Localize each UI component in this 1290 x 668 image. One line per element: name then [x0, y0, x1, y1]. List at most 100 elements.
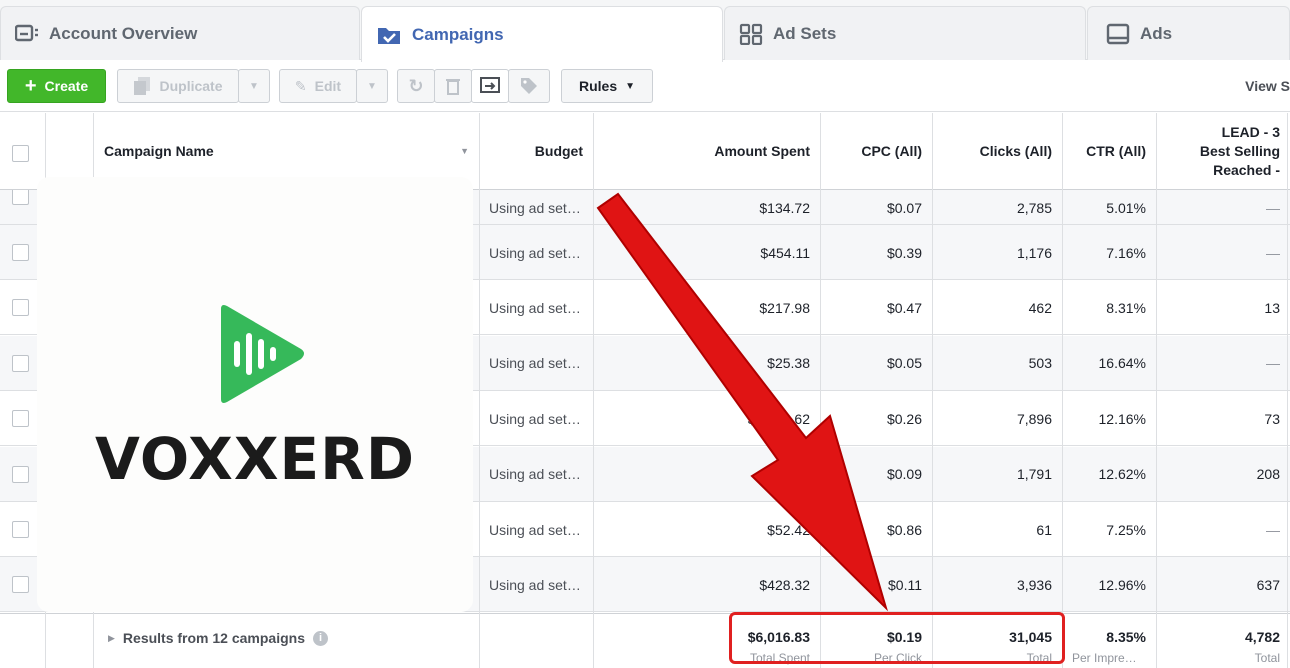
- cell-clicks: 462: [1028, 299, 1052, 316]
- cell-amount-spent: $2,052.62: [747, 410, 810, 427]
- duplicate-dropdown[interactable]: ▼: [238, 69, 270, 103]
- cell-budget: Using ad set…: [489, 355, 581, 372]
- cell-cpc: $0.47: [886, 299, 922, 316]
- pencil-icon: ✎: [294, 77, 307, 94]
- row-checkbox[interactable]: [12, 521, 29, 538]
- cell-clicks: 1,176: [1016, 244, 1052, 261]
- column-budget[interactable]: Budget: [479, 113, 593, 190]
- create-label: Create: [44, 78, 89, 94]
- column-clicks[interactable]: Clicks (All): [932, 113, 1062, 190]
- column-cpc[interactable]: CPC (All): [820, 113, 932, 190]
- cell-ctr: 12.16%: [1098, 410, 1146, 427]
- grid-icon: [739, 23, 763, 45]
- cell-cpc: $0.05: [886, 355, 922, 372]
- row-checkbox[interactable]: [12, 299, 29, 317]
- tab-ad-sets[interactable]: Ad Sets: [724, 6, 1086, 60]
- folder-check-icon: [378, 27, 400, 44]
- select-all-checkbox[interactable]: [12, 145, 29, 162]
- create-button[interactable]: + Create: [7, 69, 106, 103]
- tab-account-overview[interactable]: Account Overview: [0, 6, 360, 60]
- trash-icon: [446, 79, 460, 95]
- row-checkbox[interactable]: [12, 354, 29, 372]
- cell-cpc: $0.11: [888, 576, 922, 593]
- toolbar: + Create Duplicate ▼ ✎ Edit ▼ ↻ Rules ▼ …: [0, 60, 1290, 112]
- rules-button[interactable]: Rules ▼: [561, 69, 653, 103]
- tab-bar: Account Overview Campaigns Ad Sets Ads: [0, 0, 1290, 62]
- cell-ctr: 5.01%: [1106, 199, 1146, 216]
- column-label: Best Selling: [1199, 143, 1280, 159]
- total-value: 4,782: [1244, 629, 1280, 645]
- edit-button[interactable]: ✎ Edit: [279, 69, 357, 103]
- results-label: Results from 12 campaigns: [122, 630, 305, 646]
- export-button[interactable]: [471, 69, 509, 103]
- plus-icon: +: [24, 75, 37, 97]
- cell-lead: —: [1266, 355, 1280, 372]
- column-amount-spent[interactable]: Amount Spent: [593, 113, 820, 190]
- cell-cpc: $0.86: [886, 521, 922, 538]
- row-checkbox[interactable]: [12, 576, 29, 594]
- duplicate-label: Duplicate: [159, 78, 223, 94]
- cell-clicks: 2,785: [1016, 199, 1052, 216]
- delete-button[interactable]: [434, 69, 472, 103]
- duplicate-icon: [134, 77, 151, 95]
- cell-amount-spent: $217.98: [759, 299, 810, 316]
- cell-clicks: 7,896: [1016, 410, 1052, 427]
- ad-icon: [1106, 23, 1130, 44]
- cell-amount-spent: $428.32: [759, 576, 810, 593]
- total-value: 8.35%: [1106, 629, 1146, 645]
- row-checkbox[interactable]: [12, 410, 29, 428]
- cell-ctr: 12.62%: [1098, 466, 1146, 483]
- results-footer: ▶ Results from 12 campaigns i $6,016.83 T…: [0, 613, 1290, 668]
- results-summary: ▶ Results from 12 campaigns i: [108, 630, 328, 646]
- chevron-down-icon: ▼: [625, 80, 636, 92]
- view-setup-link[interactable]: View S: [1245, 78, 1290, 94]
- brand-name: VOXXERD: [95, 425, 415, 493]
- sort-chevron-icon: ▼: [460, 146, 469, 156]
- cell-amount-spent: $25.38: [767, 355, 810, 372]
- expand-chevron-icon[interactable]: ▶: [108, 633, 115, 644]
- rules-label: Rules: [578, 78, 618, 94]
- cell-budget: Using ad set…: [489, 410, 581, 427]
- row-checkbox[interactable]: [12, 244, 29, 261]
- cell-ctr: 8.31%: [1106, 299, 1146, 316]
- cell-amount-spent: $454.11: [760, 244, 810, 261]
- cell-lead: —: [1266, 199, 1280, 216]
- duplicate-button[interactable]: Duplicate: [117, 69, 239, 103]
- row-checkbox[interactable]: [12, 465, 29, 483]
- column-label: LEAD - 3: [1221, 124, 1280, 140]
- cell-amount-spent: $52.42: [767, 521, 810, 538]
- column-ctr[interactable]: CTR (All): [1062, 113, 1156, 190]
- edit-dropdown[interactable]: ▼: [356, 69, 388, 103]
- cell-budget: Using ad set…: [489, 576, 581, 593]
- column-label: Reached -: [1213, 162, 1280, 178]
- account-overview-icon: [15, 24, 38, 41]
- tag-icon: [521, 78, 537, 94]
- tab-ads[interactable]: Ads: [1087, 6, 1290, 60]
- total-ctr: 8.35% Per Impre…: [1062, 614, 1156, 668]
- total-sublabel: Per Impre…: [1072, 651, 1137, 665]
- tag-button[interactable]: [508, 69, 550, 103]
- cell-lead: —: [1266, 244, 1280, 261]
- cell-budget: Using ad set…: [489, 199, 581, 216]
- cell-clicks: 1,791: [1016, 466, 1052, 483]
- cell-cpc: $0.09: [886, 466, 922, 483]
- cell-cpc: $0.26: [886, 410, 922, 427]
- column-lead[interactable]: LEAD - 3 Best Selling Reached -: [1156, 113, 1290, 190]
- cell-lead: 13: [1264, 299, 1280, 316]
- tab-label: Ads: [1140, 23, 1173, 43]
- cell-budget: Using ad set…: [489, 521, 581, 538]
- cell-budget: Using ad set…: [489, 244, 581, 261]
- play-audio-logo-icon: [221, 305, 304, 403]
- cell-amount-spent: $134.72: [759, 199, 810, 216]
- chevron-down-icon: ▼: [249, 80, 259, 92]
- total-lead: 4,782 Total: [1156, 614, 1290, 668]
- info-icon[interactable]: i: [312, 630, 328, 646]
- cell-ctr: 7.16%: [1106, 244, 1146, 261]
- revert-button[interactable]: ↻: [397, 69, 435, 103]
- tab-campaigns[interactable]: Campaigns: [361, 6, 723, 62]
- cell-clicks: 503: [1028, 355, 1052, 372]
- row-checkbox[interactable]: [12, 190, 29, 205]
- cell-lead: —: [1266, 521, 1280, 538]
- cell-cpc: $0.39: [886, 244, 922, 261]
- cell-ctr: 16.64%: [1098, 355, 1146, 372]
